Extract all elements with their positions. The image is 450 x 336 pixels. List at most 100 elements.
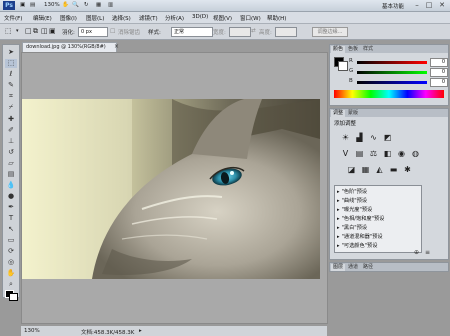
clip-icon[interactable]: ⊕	[414, 249, 419, 256]
grid-icon[interactable]: ▦	[96, 2, 101, 9]
feather-input[interactable]: 0 px	[78, 27, 108, 37]
menu-layer[interactable]: 图层(L)	[86, 14, 104, 22]
minimize-button[interactable]: –	[412, 1, 422, 9]
hand-tool-icon[interactable]: ✋	[5, 269, 17, 278]
tab-styles[interactable]: 样式	[361, 46, 375, 53]
channel-mixer-icon[interactable]: ◍	[410, 149, 421, 159]
preset-hue-saturation[interactable]: ▸ "色相/饱和度"预设	[337, 215, 384, 223]
preset-exposure[interactable]: ▸ "曝光度"预设	[337, 206, 372, 214]
menu-view[interactable]: 视图(V)	[213, 14, 232, 22]
shape-tool-icon[interactable]: ▭	[5, 236, 17, 245]
menu-select[interactable]: 选择(S)	[112, 14, 131, 22]
path-select-tool-icon[interactable]: ↖	[5, 225, 17, 234]
red-value[interactable]: 0	[430, 58, 448, 67]
mini-bridge-icon[interactable]: ▤	[30, 2, 35, 9]
3d-rotate-tool-icon[interactable]: ⟳	[5, 247, 17, 256]
menu-image[interactable]: 图像(I)	[60, 14, 77, 22]
new-selection-icon[interactable]: □	[25, 27, 32, 35]
type-tool-icon[interactable]: T	[5, 214, 17, 223]
color-balance-icon[interactable]: ⚖	[368, 149, 379, 159]
3d-orbit-tool-icon[interactable]: ◎	[5, 258, 17, 267]
brightness-icon[interactable]: ☀	[340, 133, 351, 143]
antialias-checkbox[interactable]: ☐	[110, 28, 115, 35]
clone-stamp-tool-icon[interactable]: ⊥	[5, 137, 17, 146]
maximize-button[interactable]: □	[424, 1, 434, 9]
threshold-icon[interactable]: ◭	[374, 165, 385, 175]
status-menu-icon[interactable]: ▸	[139, 328, 142, 334]
posterize-icon[interactable]: ▦	[360, 165, 371, 175]
height-input[interactable]	[275, 27, 297, 37]
gradient-map-icon[interactable]: ▬	[388, 165, 399, 175]
marquee-tool-icon[interactable]: ⬚	[5, 59, 17, 68]
rotate-icon[interactable]: ↻	[84, 2, 89, 9]
tab-swatches[interactable]: 色板	[346, 46, 360, 53]
tab-color[interactable]: 颜色	[331, 46, 346, 53]
vibrance-icon[interactable]: V	[340, 149, 351, 159]
blue-value[interactable]: 0	[430, 78, 448, 87]
gradient-tool-icon[interactable]: ▤	[5, 170, 17, 179]
hand-icon[interactable]: ✋	[62, 2, 69, 9]
tab-adjustments[interactable]: 调整	[331, 110, 346, 117]
exposure-icon[interactable]: ◩	[382, 133, 393, 143]
arrange-icon[interactable]: ▥	[108, 2, 113, 9]
close-button[interactable]: ✕	[437, 1, 447, 9]
eraser-tool-icon[interactable]: ▱	[5, 159, 17, 168]
move-tool-icon[interactable]: ➤	[5, 48, 17, 57]
status-zoom[interactable]: 130%	[24, 328, 40, 334]
menu-help[interactable]: 帮助(H)	[267, 14, 286, 22]
black-white-icon[interactable]: ◧	[382, 149, 393, 159]
tab-layers[interactable]: 图层	[331, 264, 346, 271]
photo-filter-icon[interactable]: ◉	[396, 149, 407, 159]
close-tab-icon[interactable]: ×	[114, 43, 119, 50]
healing-tool-icon[interactable]: ✚	[5, 115, 17, 124]
menu-3d[interactable]: 3D(D)	[192, 14, 208, 20]
tab-channels[interactable]: 通道	[346, 264, 360, 271]
lasso-tool-icon[interactable]: ℓ	[5, 70, 17, 79]
preset-curves[interactable]: ▸ "曲线"预设	[337, 197, 367, 205]
quick-select-tool-icon[interactable]: ✎	[5, 81, 17, 90]
refine-edge-button[interactable]: 调整边缘...	[312, 27, 348, 37]
pen-tool-icon[interactable]: ✒	[5, 203, 17, 212]
subtract-selection-icon[interactable]: ◫	[41, 27, 48, 35]
green-value[interactable]: 0	[430, 68, 448, 77]
menu-analysis[interactable]: 分析(A)	[165, 14, 184, 22]
bg-color-swatch[interactable]	[338, 61, 348, 71]
panel-menu-icon[interactable]: ≡	[425, 249, 430, 256]
curves-icon[interactable]: ∿	[368, 133, 379, 143]
swap-icon[interactable]: ⇄	[251, 28, 256, 34]
width-input[interactable]	[229, 27, 251, 37]
levels-icon[interactable]: ▟	[354, 133, 365, 143]
preset-black-white[interactable]: ▸ "黑白"预设	[337, 224, 367, 232]
green-slider[interactable]	[357, 71, 427, 74]
zoom-level[interactable]: 130%	[44, 2, 60, 9]
bridge-icon[interactable]: ▣	[20, 2, 25, 9]
history-brush-tool-icon[interactable]: ↺	[5, 148, 17, 157]
zoom-icon[interactable]: 🔍	[72, 2, 79, 9]
tab-masks[interactable]: 蒙版	[346, 110, 360, 117]
hue-sat-icon[interactable]: ▤	[354, 149, 365, 159]
menu-window[interactable]: 窗口(W)	[240, 14, 261, 22]
intersect-selection-icon[interactable]: ▣	[49, 27, 56, 35]
preset-dropdown-icon[interactable]: ▾	[16, 28, 19, 34]
red-slider[interactable]	[357, 61, 427, 64]
menu-edit[interactable]: 编辑(E)	[33, 14, 52, 22]
blue-slider[interactable]	[357, 81, 427, 84]
selective-color-icon[interactable]: ✱	[402, 165, 413, 175]
eyedropper-tool-icon[interactable]: ⌿	[5, 103, 17, 112]
preset-channel-mixer[interactable]: ▸ "通道混和器"预设	[337, 233, 383, 241]
tab-paths[interactable]: 路径	[361, 264, 375, 271]
marquee-preset-icon[interactable]: ⬚	[5, 27, 12, 35]
style-select[interactable]: 正常	[171, 27, 213, 37]
zoom-tool-icon[interactable]: ⌕	[5, 280, 17, 289]
crop-tool-icon[interactable]: ⌗	[5, 92, 17, 101]
menu-file[interactable]: 文件(F)	[4, 14, 22, 22]
blur-tool-icon[interactable]: 💧	[5, 181, 17, 190]
color-ramp[interactable]	[334, 90, 444, 98]
menu-filter[interactable]: 滤镜(T)	[139, 14, 158, 22]
add-selection-icon[interactable]: ⧉	[33, 27, 38, 36]
background-color-swatch[interactable]	[9, 293, 18, 301]
preset-levels[interactable]: ▸ "色阶"预设	[337, 188, 367, 196]
workspace-button[interactable]: 基本功能	[382, 2, 404, 10]
brush-tool-icon[interactable]: ✐	[5, 126, 17, 135]
invert-icon[interactable]: ◪	[346, 165, 357, 175]
